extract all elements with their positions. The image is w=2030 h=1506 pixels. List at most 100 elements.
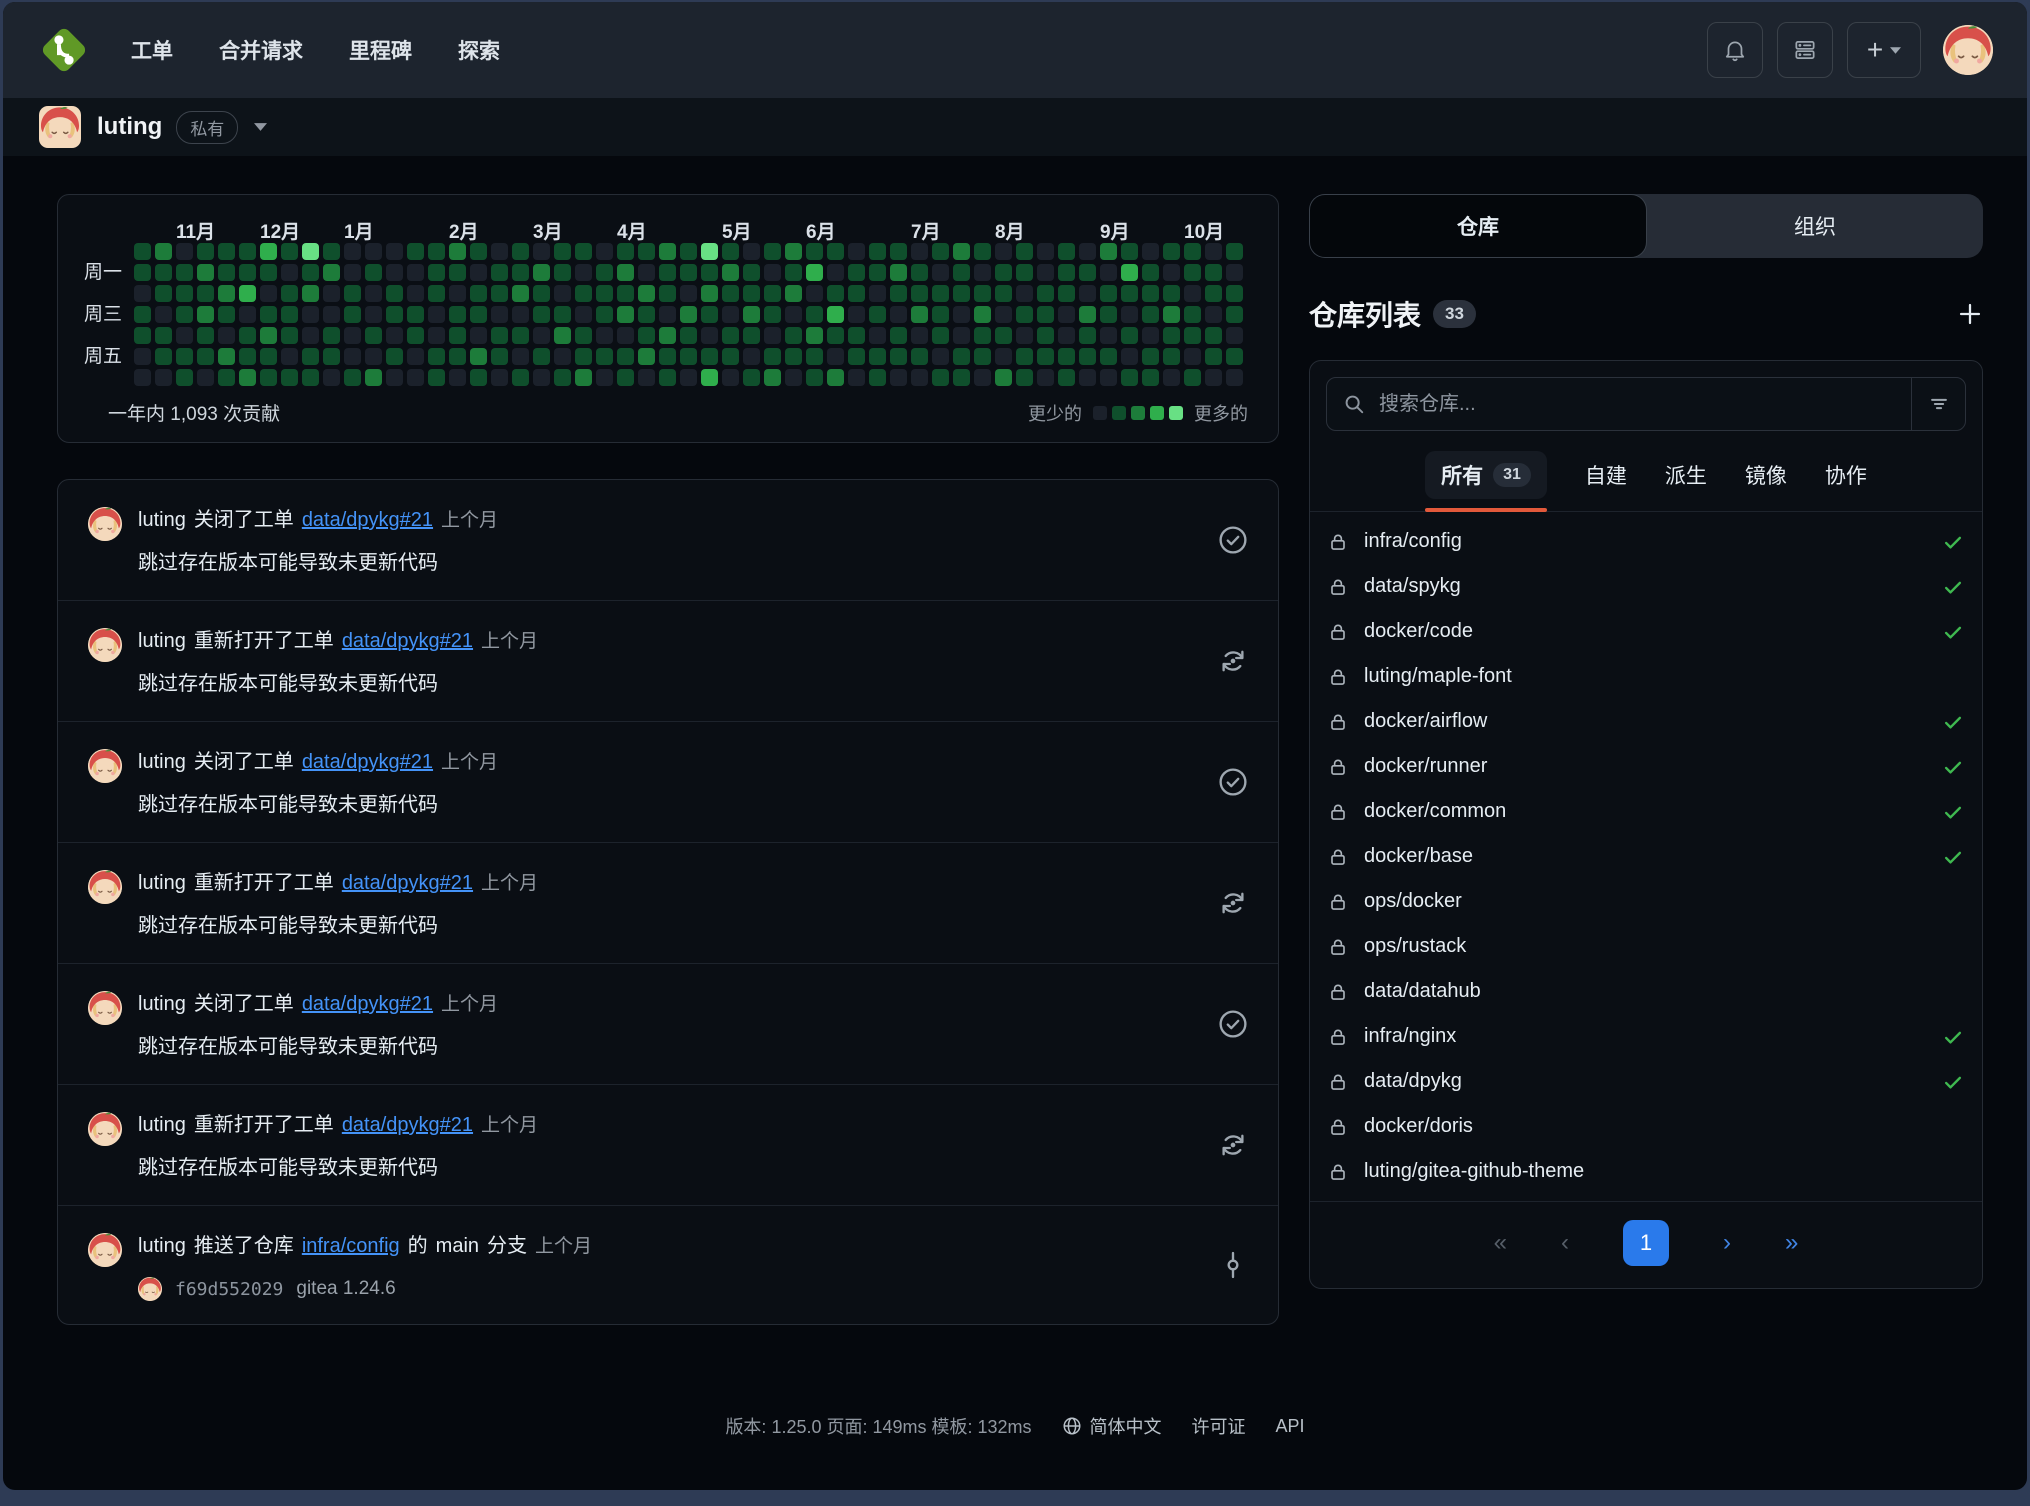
lock-icon	[1328, 937, 1348, 957]
notifications-button[interactable]	[1707, 22, 1763, 78]
repo-row[interactable]: docker/airflow	[1310, 699, 1982, 744]
pagination-current-page[interactable]: 1	[1623, 1220, 1669, 1266]
repo-row[interactable]: docker/common	[1310, 789, 1982, 834]
heatmap-cell	[806, 327, 823, 344]
tab-repositories[interactable]: 仓库	[1309, 194, 1647, 258]
repo-name[interactable]: infra/nginx	[1364, 1025, 1456, 1048]
repo-filter-active[interactable]: 所有31	[1425, 451, 1547, 499]
feed-actor[interactable]: luting	[138, 1235, 186, 1257]
feed-actor[interactable]: luting	[138, 993, 186, 1015]
repo-name[interactable]: data/dpykg	[1364, 1070, 1462, 1093]
heatmap-cell	[491, 264, 508, 281]
pagination-first[interactable]: «	[1494, 1229, 1507, 1257]
feed-object-link[interactable]: infra/config	[302, 1235, 400, 1257]
feed-actor[interactable]: luting	[138, 872, 186, 894]
repo-name[interactable]: luting/gitea-github-theme	[1364, 1160, 1584, 1183]
heatmap-cell	[743, 306, 760, 323]
repo-row[interactable]: ops/docker	[1310, 879, 1982, 924]
heatmap-cell	[659, 306, 676, 323]
profile-dropdown-caret-icon[interactable]	[254, 123, 267, 131]
pagination-prev[interactable]: ‹	[1561, 1229, 1569, 1257]
feed-actor[interactable]: luting	[138, 509, 186, 531]
repo-filter-tab[interactable]: 自建	[1585, 451, 1627, 499]
repo-row[interactable]: docker/base	[1310, 834, 1982, 879]
feed-object-link[interactable]: data/dpykg#21	[302, 751, 433, 773]
feed-item-avatar[interactable]	[88, 870, 122, 904]
nav-link[interactable]: 工单	[131, 35, 173, 65]
repo-name[interactable]: luting/maple-font	[1364, 665, 1512, 688]
nav-link[interactable]: 合并请求	[219, 35, 303, 65]
heatmap-cell	[617, 264, 634, 281]
repo-row[interactable]: data/datahub	[1310, 969, 1982, 1014]
heatmap-cell	[407, 369, 424, 386]
feed-item-avatar[interactable]	[88, 1112, 122, 1146]
heatmap-cell	[449, 264, 466, 281]
repo-name[interactable]: data/spykg	[1364, 575, 1461, 598]
search-filter-button[interactable]	[1911, 378, 1965, 430]
feed-object-link[interactable]: data/dpykg#21	[302, 509, 433, 531]
feed-object-link[interactable]: data/dpykg#21	[342, 872, 473, 894]
license-link[interactable]: 许可证	[1192, 1413, 1246, 1439]
feed-object-link[interactable]: data/dpykg#21	[302, 993, 433, 1015]
locale-selector[interactable]: 简体中文	[1062, 1413, 1162, 1439]
repo-row[interactable]: docker/doris	[1310, 1104, 1982, 1149]
heatmap-cell	[1037, 264, 1054, 281]
admin-panel-button[interactable]	[1777, 22, 1833, 78]
gitea-logo-icon[interactable]	[37, 23, 91, 77]
tab-organizations[interactable]: 组织	[1647, 194, 1983, 258]
feed-item-avatar[interactable]	[88, 991, 122, 1025]
create-new-button[interactable]: +	[1847, 22, 1921, 78]
heatmap-cell	[1058, 327, 1075, 344]
api-link[interactable]: API	[1276, 1416, 1305, 1437]
commit-sha-link[interactable]: f69d552029	[175, 1279, 283, 1300]
repo-filter-tab[interactable]: 镜像	[1745, 451, 1787, 499]
repo-row[interactable]: infra/config	[1310, 519, 1982, 564]
feed-actor[interactable]: luting	[138, 1114, 186, 1136]
repo-name[interactable]: ops/docker	[1364, 890, 1462, 913]
repo-row[interactable]: docker/code	[1310, 609, 1982, 654]
heatmap-cell	[1142, 348, 1159, 365]
feed-item-avatar[interactable]	[88, 628, 122, 662]
profile-avatar[interactable]	[39, 106, 81, 148]
repo-filter-tab[interactable]: 派生	[1665, 451, 1707, 499]
repo-row[interactable]: luting/maple-font	[1310, 654, 1982, 699]
feed-object-link[interactable]: data/dpykg#21	[342, 1114, 473, 1136]
repo-name[interactable]: ops/rustack	[1364, 935, 1466, 958]
feed-item-avatar[interactable]	[88, 1233, 122, 1267]
repo-name[interactable]: docker/code	[1364, 620, 1473, 643]
user-avatar[interactable]	[1943, 25, 1993, 75]
navbar-actions: +	[1707, 22, 1993, 78]
feed-item-avatar[interactable]	[88, 507, 122, 541]
repo-row[interactable]: luting/gitea-github-theme	[1310, 1149, 1982, 1194]
repo-filter-tab[interactable]: 协作	[1825, 451, 1867, 499]
feed-actor[interactable]: luting	[138, 630, 186, 652]
add-repo-button[interactable]	[1957, 301, 1983, 327]
repo-row[interactable]: ops/rustack	[1310, 924, 1982, 969]
repo-name[interactable]: data/datahub	[1364, 980, 1481, 1003]
repo-name[interactable]: docker/airflow	[1364, 710, 1487, 733]
repo-row[interactable]: docker/runner	[1310, 744, 1982, 789]
pagination-next[interactable]: ›	[1723, 1229, 1731, 1257]
pagination-last[interactable]: »	[1785, 1229, 1798, 1257]
heatmap-legend: 更少的 更多的	[1028, 400, 1248, 426]
globe-icon	[1062, 1416, 1082, 1436]
repo-name[interactable]: docker/base	[1364, 845, 1473, 868]
heatmap-cell	[302, 369, 319, 386]
feed-item-avatar[interactable]	[88, 749, 122, 783]
heatmap-cell	[1058, 306, 1075, 323]
repo-name[interactable]: infra/config	[1364, 530, 1462, 553]
feed-actor[interactable]: luting	[138, 751, 186, 773]
repo-row[interactable]: infra/nginx	[1310, 1014, 1982, 1059]
repo-row[interactable]: data/spykg	[1310, 564, 1982, 609]
repo-search-input[interactable]	[1365, 393, 1911, 416]
nav-link[interactable]: 探索	[458, 35, 500, 65]
repo-name[interactable]: docker/common	[1364, 800, 1506, 823]
nav-link[interactable]: 里程碑	[349, 35, 412, 65]
legend-square	[1112, 406, 1126, 420]
profile-username[interactable]: luting	[97, 113, 162, 141]
repo-name[interactable]: docker/doris	[1364, 1115, 1473, 1138]
repo-name[interactable]: docker/runner	[1364, 755, 1487, 778]
repo-row[interactable]: data/dpykg	[1310, 1059, 1982, 1104]
main-content: 周一周三周五 11月12月1月2月3月4月5月6月7月8月9月10月 一年内 1…	[3, 156, 2027, 1325]
feed-object-link[interactable]: data/dpykg#21	[342, 630, 473, 652]
